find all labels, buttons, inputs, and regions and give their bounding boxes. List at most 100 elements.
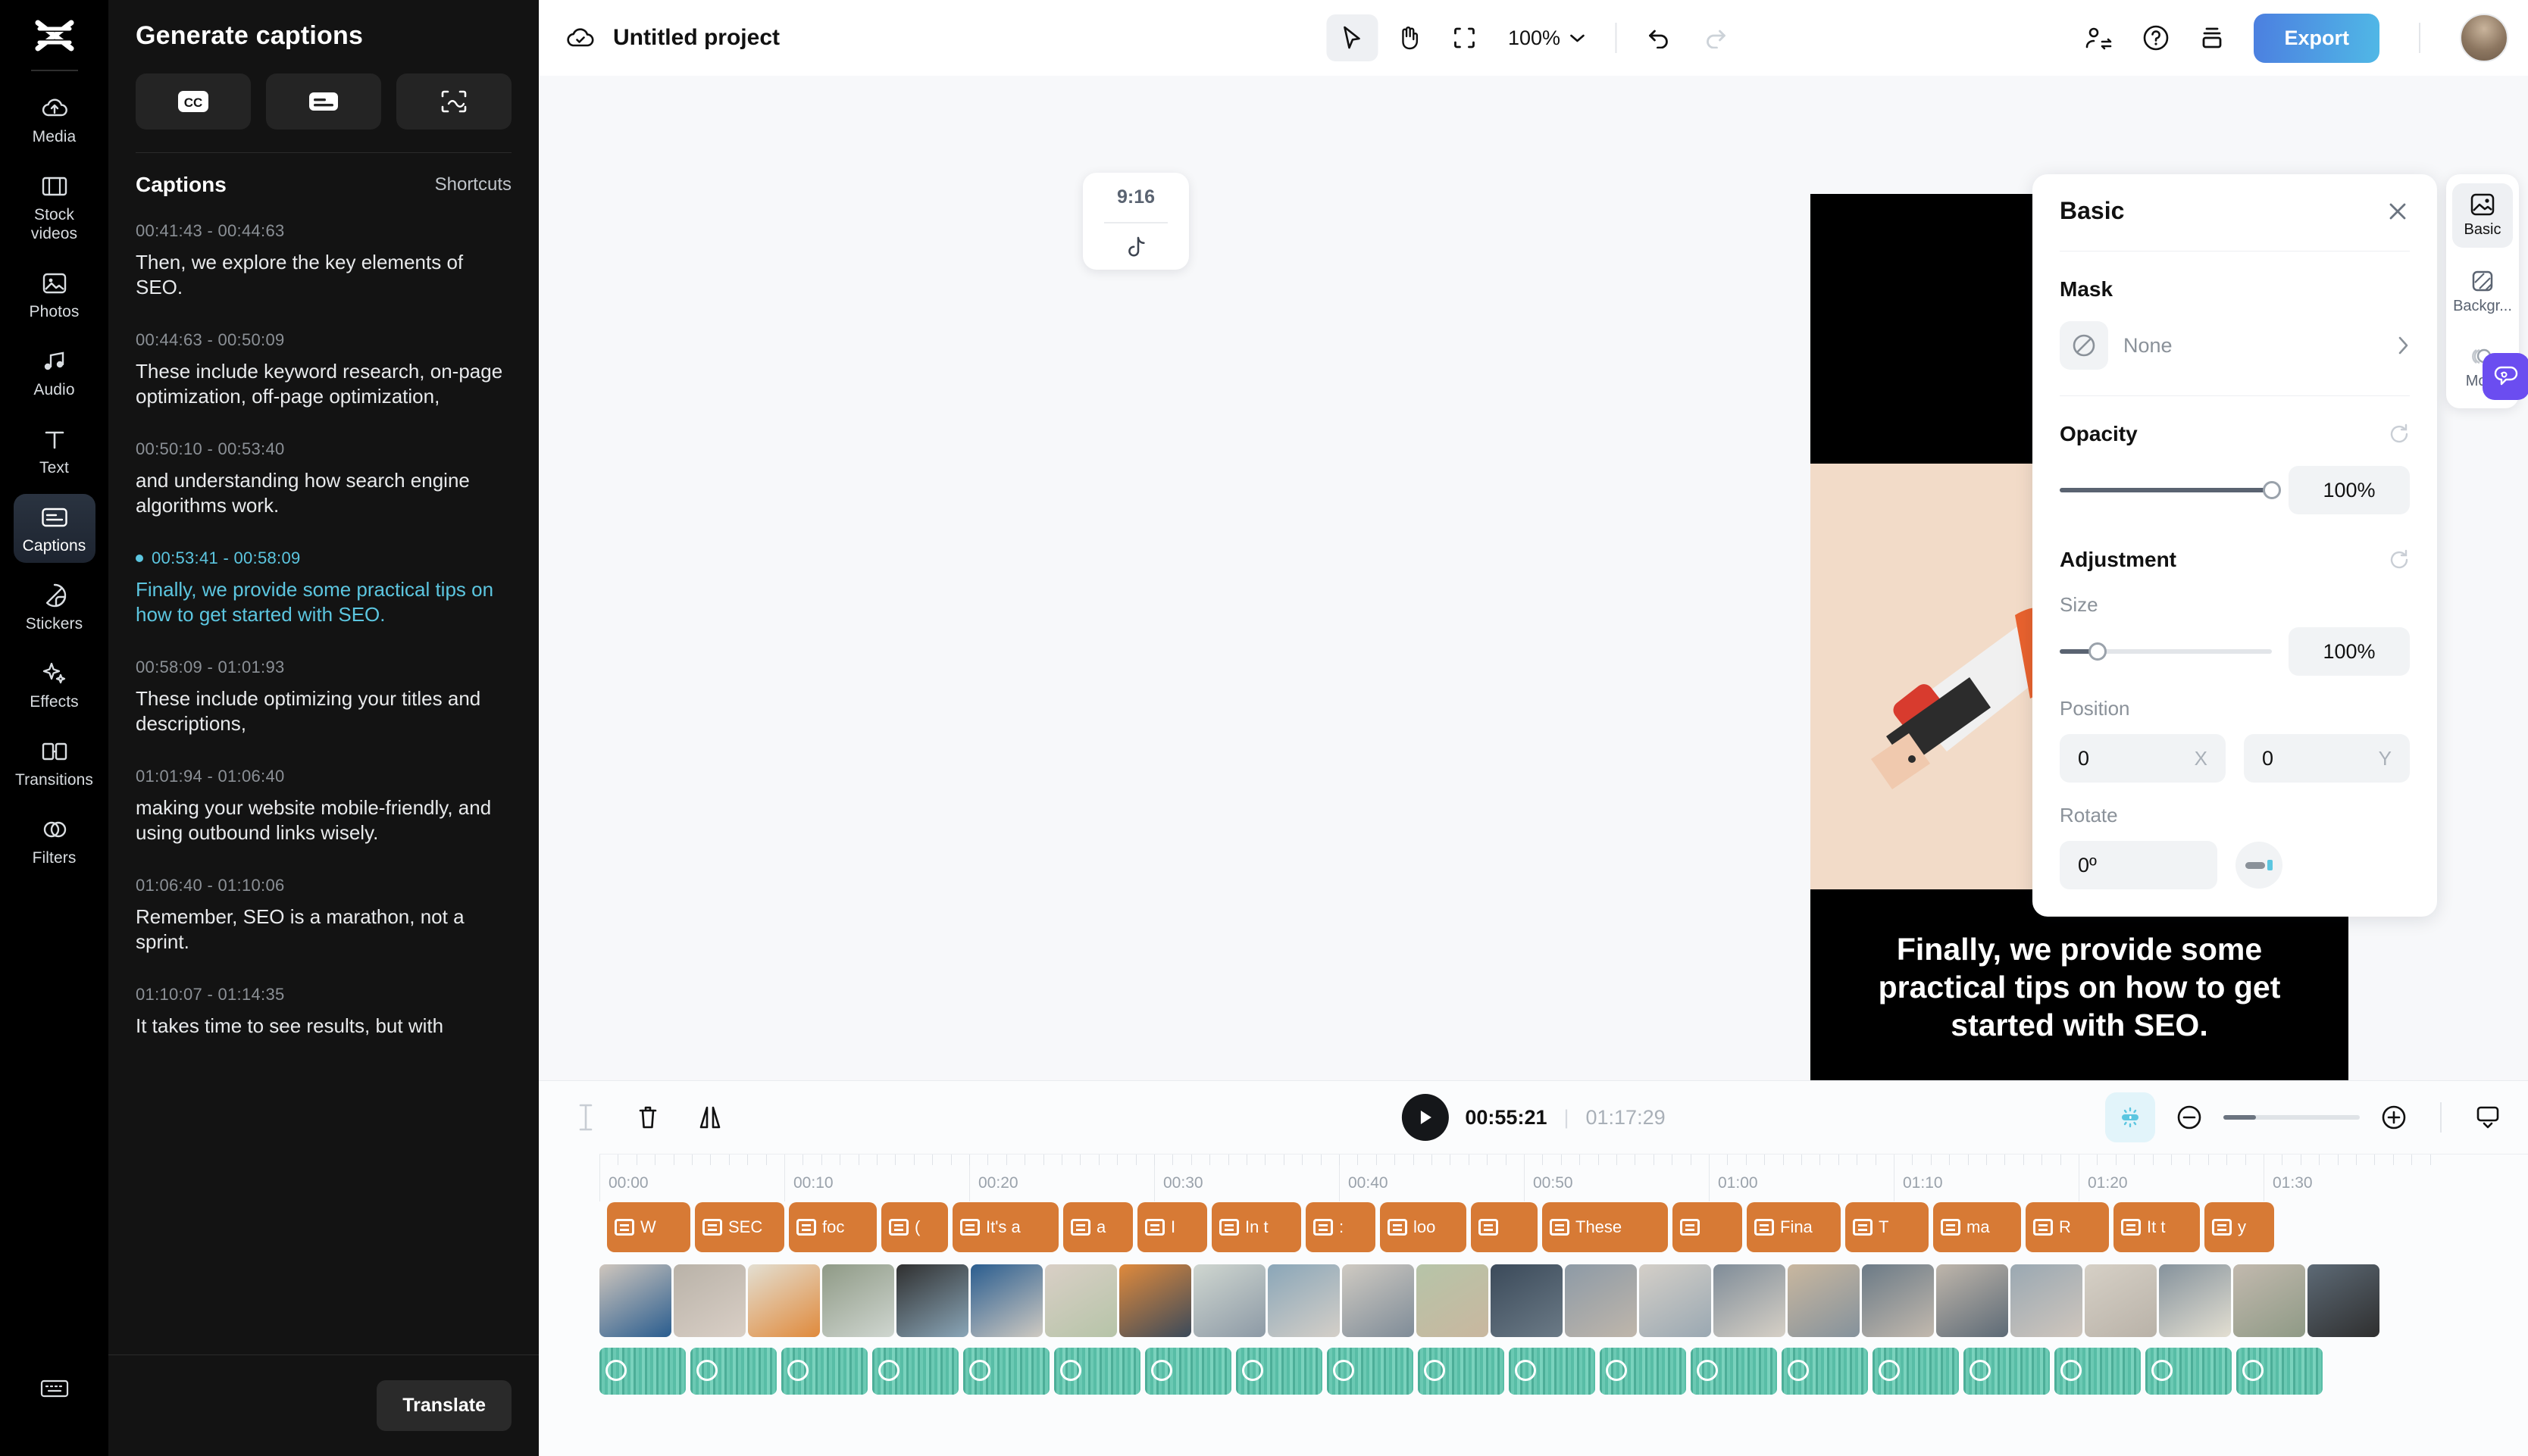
video-clip-thumbnail[interactable] — [1416, 1264, 1488, 1337]
trash-icon[interactable] — [627, 1096, 669, 1139]
audio-clip[interactable] — [1236, 1348, 1322, 1395]
export-button[interactable]: Export — [2254, 13, 2379, 63]
mirror-icon[interactable] — [689, 1096, 731, 1139]
sidebar-item-text[interactable]: Text — [14, 416, 95, 485]
caption-clip[interactable] — [1471, 1202, 1538, 1252]
brain-ai-icon[interactable] — [2483, 353, 2528, 400]
play-button[interactable] — [1401, 1094, 1449, 1141]
person-swap-icon[interactable] — [2084, 24, 2114, 52]
caption-text[interactable]: Remember, SEO is a marathon, not a sprin… — [136, 905, 512, 955]
close-icon[interactable] — [2386, 199, 2410, 223]
shortcuts-link[interactable]: Shortcuts — [435, 174, 512, 195]
video-clip-thumbnail[interactable] — [1788, 1264, 1860, 1337]
sidebar-item-captions[interactable]: Captions — [13, 494, 95, 563]
avatar[interactable] — [2460, 14, 2508, 62]
list-item[interactable]: 00:58:09 - 01:01:93 These include optimi… — [136, 658, 512, 736]
sidebar-item-audio[interactable]: Audio — [14, 338, 95, 407]
video-clip-thumbnail[interactable] — [1045, 1264, 1117, 1337]
page-title[interactable]: Untitled project — [613, 25, 780, 51]
caption-clip[interactable]: ( — [881, 1202, 948, 1252]
hand-tool-button[interactable] — [1382, 14, 1434, 61]
caption-clip[interactable]: SEC — [695, 1202, 784, 1252]
preview-subtitle[interactable]: Finally, we provide some practical tips … — [1810, 930, 2348, 1044]
audio-clip[interactable] — [1145, 1348, 1231, 1395]
caption-clip[interactable]: T — [1845, 1202, 1929, 1252]
video-clip-thumbnail[interactable] — [896, 1264, 968, 1337]
position-y-input[interactable]: 0 Y — [2244, 734, 2410, 783]
list-item[interactable]: 00:44:63 - 00:50:09 These include keywor… — [136, 330, 512, 409]
video-clip-thumbnail[interactable] — [674, 1264, 746, 1337]
audio-clip[interactable] — [2236, 1348, 2323, 1395]
caption-text[interactable]: making your website mobile-friendly, and… — [136, 795, 512, 845]
plus-circle-icon[interactable] — [2379, 1103, 2408, 1132]
video-clip-thumbnail[interactable] — [1713, 1264, 1785, 1337]
zoom-level-select[interactable]: 100% — [1494, 27, 1598, 50]
undo-button[interactable] — [1633, 14, 1685, 61]
rotate-dial-icon[interactable] — [2235, 842, 2282, 889]
caption-text[interactable]: These include keyword research, on-page … — [136, 359, 512, 409]
caption-clip[interactable]: y — [2204, 1202, 2274, 1252]
auto-captions-mode-button[interactable]: CC — [136, 73, 251, 130]
opacity-value-input[interactable]: 100% — [2289, 466, 2410, 514]
subtitle-mode-button[interactable] — [266, 73, 381, 130]
audio-clip[interactable] — [1963, 1348, 2050, 1395]
video-clip-thumbnail[interactable] — [1639, 1264, 1711, 1337]
video-clip-thumbnail[interactable] — [599, 1264, 671, 1337]
video-clip-thumbnail[interactable] — [748, 1264, 820, 1337]
video-clip-thumbnail[interactable] — [822, 1264, 894, 1337]
stack-icon[interactable] — [2198, 24, 2226, 52]
keyboard-shortcuts-button[interactable] — [14, 1365, 95, 1411]
size-value-input[interactable]: 100% — [2289, 627, 2410, 676]
sidebar-item-effects[interactable]: Effects — [14, 650, 95, 719]
app-logo[interactable] — [30, 14, 79, 58]
video-clip-thumbnail[interactable] — [2085, 1264, 2157, 1337]
list-item[interactable]: 01:01:94 - 01:06:40 making your website … — [136, 767, 512, 845]
tiktok-icon[interactable] — [1125, 236, 1147, 261]
video-clip-thumbnail[interactable] — [1268, 1264, 1340, 1337]
video-clip-thumbnail[interactable] — [2307, 1264, 2379, 1337]
question-circle-icon[interactable] — [2142, 23, 2170, 52]
sidebar-item-filters[interactable]: Filters — [14, 806, 95, 875]
caption-clip[interactable]: foc — [789, 1202, 877, 1252]
audio-clip[interactable] — [2145, 1348, 2232, 1395]
list-item[interactable]: 01:10:07 - 01:14:35 It takes time to see… — [136, 985, 512, 1039]
caption-text[interactable]: Then, we explore the key elements of SEO… — [136, 250, 512, 300]
select-tool-button[interactable] — [1325, 14, 1378, 61]
list-item[interactable]: 00:41:43 - 00:44:63 Then, we explore the… — [136, 221, 512, 300]
video-clip-thumbnail[interactable] — [2233, 1264, 2305, 1337]
audio-clip[interactable] — [872, 1348, 959, 1395]
sidebar-item-transitions[interactable]: Transitions — [14, 728, 95, 797]
translate-button[interactable]: Translate — [377, 1380, 512, 1431]
caption-clip[interactable]: These — [1542, 1202, 1668, 1252]
audio-clip[interactable] — [1691, 1348, 1777, 1395]
captions-list[interactable]: 00:41:43 - 00:44:63 Then, we explore the… — [108, 197, 539, 1456]
audio-clip[interactable] — [1873, 1348, 1959, 1395]
video-clip-thumbnail[interactable] — [1342, 1264, 1414, 1337]
caption-clip[interactable]: : — [1306, 1202, 1375, 1252]
tab-basic[interactable]: Basic — [2452, 183, 2513, 248]
tab-motion[interactable]: Mo... — [2452, 336, 2528, 400]
caption-clip[interactable]: a — [1063, 1202, 1133, 1252]
list-item-active[interactable]: 00:53:41 - 00:58:09 Finally, we provide … — [136, 548, 512, 627]
timeline-zoom-slider[interactable] — [2223, 1115, 2360, 1120]
caption-text[interactable]: and understanding how search engine algo… — [136, 468, 512, 518]
opacity-slider[interactable] — [2060, 481, 2281, 499]
auto-detect-mode-button[interactable] — [396, 73, 512, 130]
video-clip-thumbnail[interactable] — [971, 1264, 1043, 1337]
list-item[interactable]: 00:50:10 - 00:53:40 and understanding ho… — [136, 439, 512, 518]
audio-clip[interactable] — [1054, 1348, 1140, 1395]
audio-clip[interactable] — [1418, 1348, 1504, 1395]
video-clip-thumbnail[interactable] — [1565, 1264, 1637, 1337]
aspect-ratio-card[interactable]: 9:16 — [1083, 173, 1189, 270]
caption-text[interactable]: These include optimizing your titles and… — [136, 686, 512, 736]
caption-text[interactable]: Finally, we provide some practical tips … — [136, 577, 512, 627]
crop-tool-button[interactable] — [1438, 14, 1490, 61]
sidebar-item-media[interactable]: Media — [14, 85, 95, 154]
magic-wand-icon[interactable] — [2105, 1092, 2155, 1142]
rotate-value-input[interactable]: 0º — [2060, 841, 2217, 889]
video-clip-thumbnail[interactable] — [1936, 1264, 2008, 1337]
size-slider[interactable] — [2060, 642, 2272, 661]
caption-track[interactable]: W SEC foc (It's a a I In t: loo These Fina Tma R It … — [599, 1202, 2528, 1257]
caption-clip[interactable]: R — [2026, 1202, 2109, 1252]
audio-clip[interactable] — [2054, 1348, 2141, 1395]
